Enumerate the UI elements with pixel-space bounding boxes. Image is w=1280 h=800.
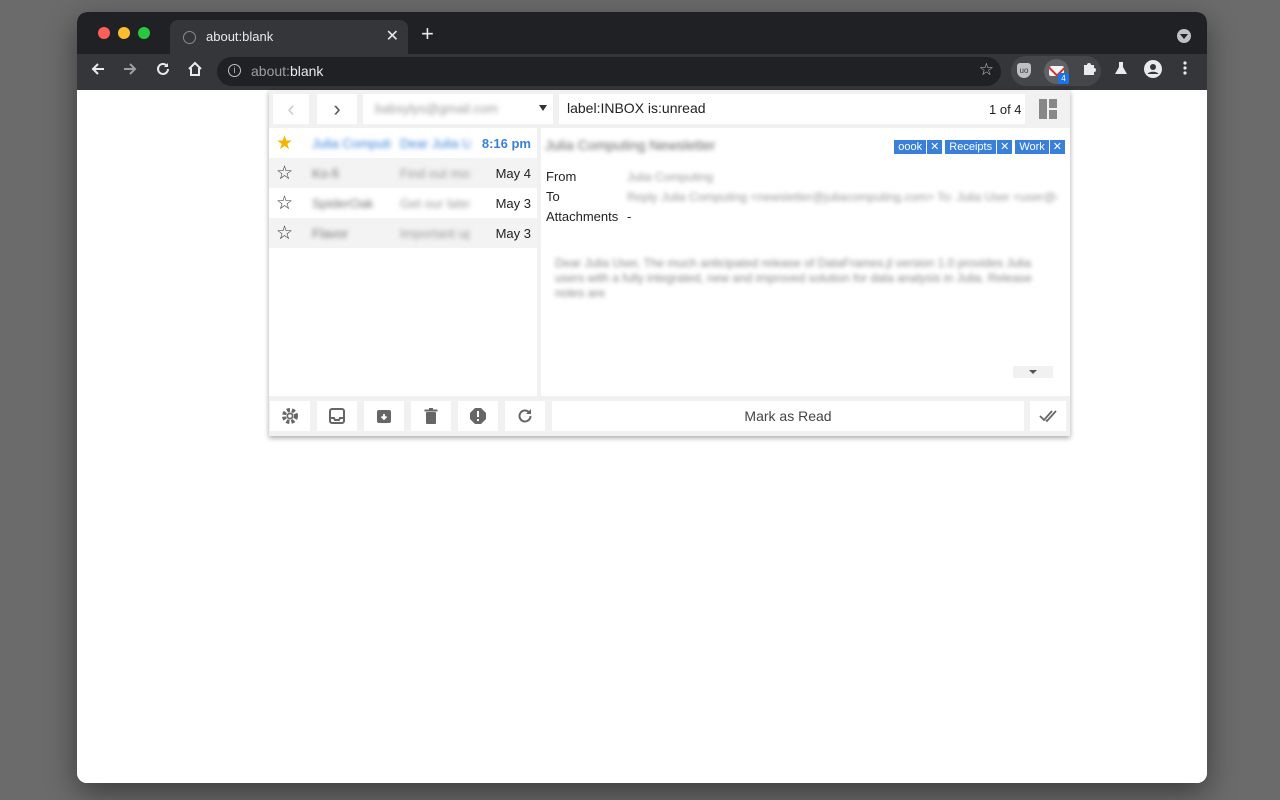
address-bar[interactable]: i about:blank ☆ bbox=[217, 57, 1001, 86]
message-row[interactable]: ☆ SpiderOak Get our latest May 3 bbox=[269, 188, 537, 218]
archive-button[interactable] bbox=[364, 401, 404, 431]
mail-checker-popup: ‹ › babsylys@gmail.com 1 of 4 ★Julia Com bbox=[269, 90, 1070, 436]
label-name: Receipts bbox=[945, 140, 997, 154]
url-rest: blank bbox=[289, 63, 324, 79]
open-inbox-button[interactable] bbox=[317, 401, 357, 431]
mark-as-read-button[interactable]: Mark as Read bbox=[552, 401, 1024, 431]
message-date: 8:16 pm bbox=[481, 136, 531, 151]
mark-all-read-button[interactable] bbox=[1030, 401, 1066, 431]
message-snippet: Dear Julia User bbox=[400, 136, 470, 151]
remove-label-icon[interactable]: ✕ bbox=[1049, 140, 1065, 154]
chevron-down-icon bbox=[539, 105, 547, 111]
message-sender: Julia Computing bbox=[312, 136, 390, 151]
ublock-icon[interactable]: uo bbox=[1017, 63, 1031, 78]
message-sender: Flavor bbox=[312, 226, 349, 241]
message-date: May 3 bbox=[495, 196, 531, 211]
message-subject: Julia Computing Newsletter bbox=[545, 137, 716, 153]
bookmark-star-icon[interactable]: ☆ bbox=[979, 60, 994, 80]
delete-button[interactable] bbox=[411, 401, 451, 431]
message-row[interactable]: ☆ Flavor Important update May 3 bbox=[269, 218, 537, 248]
label-chip: Work ✕ bbox=[1015, 140, 1065, 154]
message-preview: Julia Computing Newsletter oook ✕ Receipt… bbox=[541, 128, 1070, 396]
browser-toolbar: i about:blank ☆ uo 4 bbox=[77, 54, 1207, 90]
message-date: May 4 bbox=[495, 166, 531, 181]
zoom-window-button[interactable] bbox=[138, 27, 150, 39]
search-input[interactable] bbox=[567, 100, 937, 116]
minimize-window-button[interactable] bbox=[118, 27, 130, 39]
home-icon[interactable] bbox=[187, 61, 203, 81]
browser-tab[interactable]: about:blank ✕ bbox=[170, 20, 408, 54]
url-scheme: about: bbox=[251, 63, 290, 79]
layout-toggle-icon[interactable] bbox=[1039, 99, 1057, 119]
star-outline-icon[interactable]: ☆ bbox=[276, 222, 293, 245]
gear-icon bbox=[282, 408, 298, 424]
info-icon[interactable]: i bbox=[228, 64, 241, 77]
refresh-icon bbox=[518, 409, 532, 423]
to-value: Reply Julia Computing <newsletter@juliac… bbox=[627, 190, 1057, 204]
settings-gear-button[interactable] bbox=[270, 401, 310, 431]
refresh-button[interactable] bbox=[505, 401, 545, 431]
gmail-checker-icon[interactable]: 4 bbox=[1044, 59, 1069, 84]
tab-strip: about:blank ✕ + bbox=[77, 12, 1207, 54]
remove-label-icon[interactable]: ✕ bbox=[927, 140, 943, 154]
star-outline-icon[interactable]: ☆ bbox=[276, 162, 293, 185]
tab-search-icon[interactable] bbox=[1177, 29, 1191, 43]
label-chips: oook ✕ Receipts ✕ Work ✕ bbox=[894, 140, 1065, 154]
new-tab-button[interactable]: + bbox=[421, 21, 434, 47]
attachments-value: - bbox=[627, 209, 632, 224]
popup-header: ‹ › babsylys@gmail.com 1 of 4 bbox=[269, 90, 1070, 128]
message-date: May 3 bbox=[495, 226, 531, 241]
close-window-button[interactable] bbox=[98, 27, 110, 39]
double-check-icon bbox=[1039, 410, 1057, 423]
attachments-label: Attachments bbox=[546, 209, 619, 224]
from-label: From bbox=[546, 169, 577, 184]
prev-message-button[interactable]: ‹ bbox=[273, 94, 309, 124]
trash-icon bbox=[424, 408, 438, 424]
label-chip: oook ✕ bbox=[894, 140, 943, 154]
message-sender: Ko-fi bbox=[312, 166, 339, 181]
message-list: ★ Julia Computing Dear Julia User 8:16 pm ☆ K… bbox=[269, 128, 537, 396]
tab-close-icon[interactable]: ✕ bbox=[386, 26, 399, 46]
message-counter: 1 of 4 bbox=[989, 102, 1022, 117]
inbox-icon bbox=[329, 408, 345, 424]
action-bar: Mark as Read bbox=[269, 396, 1070, 436]
star-filled-icon[interactable]: ★ bbox=[276, 132, 293, 155]
archive-icon bbox=[377, 410, 391, 423]
page-content: ‹ › babsylys@gmail.com 1 of 4 ★Julia Com bbox=[77, 90, 1207, 783]
remove-label-icon[interactable]: ✕ bbox=[997, 140, 1013, 154]
message-snippet: Get our latest bbox=[400, 196, 470, 211]
message-row[interactable]: ☆ Ko-fi Find out more May 4 bbox=[269, 158, 537, 188]
label-name: Work bbox=[1015, 140, 1049, 154]
message-body: Dear Julia User, The much anticipated re… bbox=[555, 256, 1032, 300]
reload-icon[interactable] bbox=[155, 61, 171, 81]
forward-arrow-icon[interactable] bbox=[122, 61, 138, 81]
to-label: To bbox=[546, 189, 560, 204]
spam-icon bbox=[470, 408, 486, 424]
puzzle-extensions-icon[interactable] bbox=[1078, 60, 1100, 82]
label-name: oook bbox=[894, 140, 927, 154]
star-outline-icon[interactable]: ☆ bbox=[276, 192, 293, 215]
globe-icon bbox=[183, 31, 196, 44]
browser-window: about:blank ✕ + i about:blank ☆ uo 4 ‹ ›… bbox=[77, 12, 1207, 783]
back-arrow-icon[interactable] bbox=[90, 61, 106, 81]
tab-title: about:blank bbox=[206, 29, 274, 44]
message-snippet: Find out more bbox=[400, 166, 470, 181]
message-sender: SpiderOak bbox=[312, 196, 374, 211]
account-select[interactable]: babsylys@gmail.com bbox=[363, 94, 553, 124]
message-snippet: Important update bbox=[400, 226, 470, 241]
labs-flask-icon[interactable] bbox=[1110, 60, 1132, 82]
kebab-menu-icon[interactable] bbox=[1174, 60, 1196, 82]
message-row[interactable]: ★ Julia Computing Dear Julia User 8:16 pm bbox=[269, 128, 537, 158]
from-value[interactable]: Julia Computing bbox=[627, 170, 1057, 184]
label-chip: Receipts ✕ bbox=[945, 140, 1013, 154]
expand-message-button[interactable] bbox=[1013, 366, 1053, 378]
url-text: about:blank bbox=[251, 63, 323, 79]
account-value: babsylys@gmail.com bbox=[375, 101, 499, 116]
next-message-button[interactable]: › bbox=[317, 94, 357, 124]
search-query-field[interactable] bbox=[559, 94, 1025, 124]
report-spam-button[interactable] bbox=[458, 401, 498, 431]
profile-icon[interactable] bbox=[1142, 60, 1164, 82]
unread-badge: 4 bbox=[1058, 73, 1069, 84]
